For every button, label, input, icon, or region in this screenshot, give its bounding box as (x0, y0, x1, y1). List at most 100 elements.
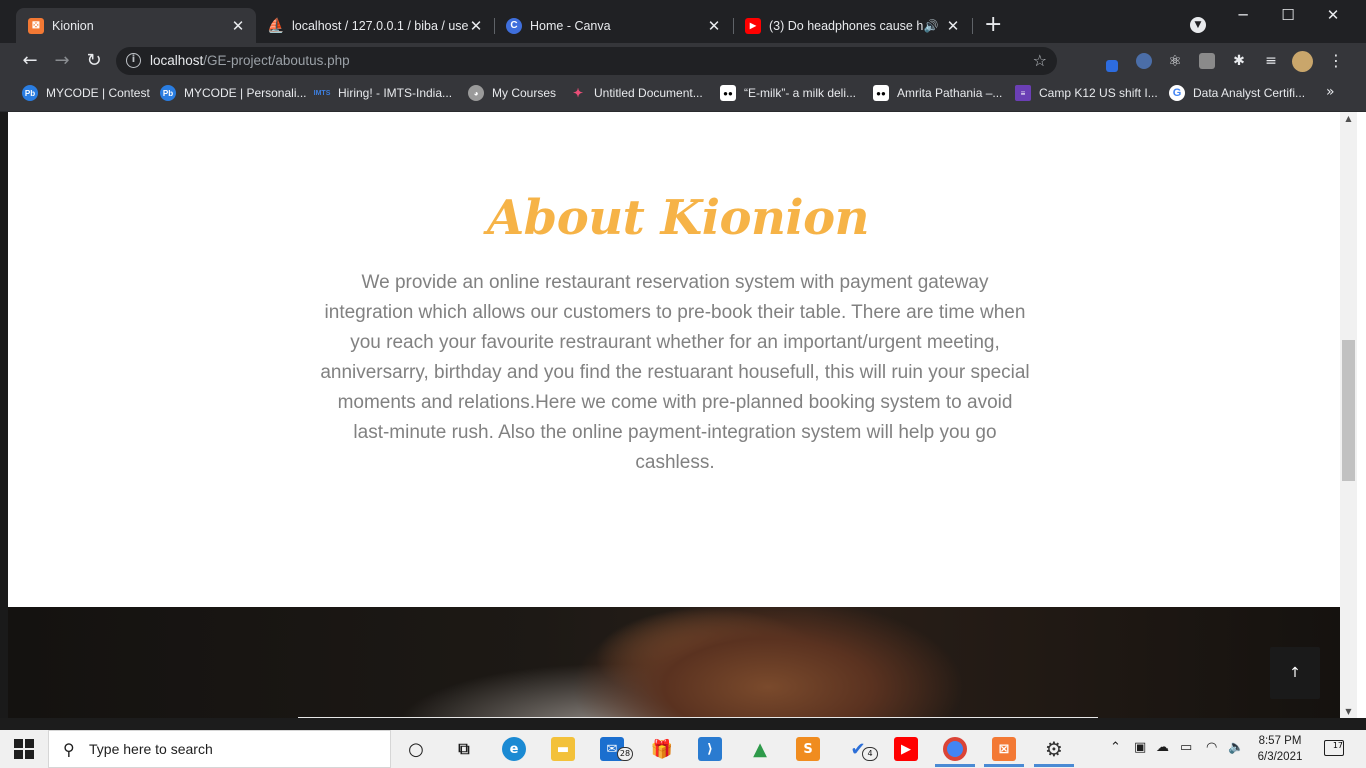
site-info-icon[interactable]: i (126, 53, 141, 68)
window-edge (0, 112, 8, 718)
imts-icon: IMTS (313, 89, 331, 97)
notification-count: 17 (1332, 741, 1343, 750)
tab-canva[interactable]: C Home - Canva ✕ (494, 8, 732, 43)
xampp-favicon-icon: ⊠ (28, 17, 44, 34)
tab-youtube[interactable]: ▶ (3) Do headphones cause he 🔊 ✕ (733, 8, 971, 43)
address-bar[interactable]: i localhost/GE-project/aboutus.php ☆ (116, 47, 1057, 75)
clock-time: 8:57 PM (1258, 735, 1302, 747)
gift-icon[interactable]: 🎁 (650, 737, 674, 761)
bookmark-item[interactable]: ✦ Untitled Document... (570, 85, 703, 101)
tab-title: Kionion (52, 18, 94, 33)
scroll-up-arrow-icon[interactable]: ▲ (1340, 114, 1357, 123)
extensions-puzzle-icon[interactable]: ✱ (1231, 53, 1247, 69)
phpmyadmin-favicon-icon: ⛵ (267, 17, 285, 33)
onedrive-cloud-icon[interactable]: ☁ (1156, 740, 1169, 755)
tab-search-icon[interactable]: ▼ (1190, 17, 1206, 33)
figma-icon: ✦ (572, 86, 584, 100)
bookmark-item[interactable]: Pb MYCODE | Contest (22, 85, 150, 101)
medium-icon: ●● (720, 85, 736, 101)
tab-phpmyadmin[interactable]: ⛵ localhost / 127.0.0.1 / biba / user ✕ (256, 8, 494, 43)
about-title: About Kionion (486, 190, 870, 246)
new-tab-icon[interactable]: + (984, 13, 1002, 37)
notification-center-icon[interactable]: 17 (1324, 740, 1344, 756)
android-studio-icon[interactable]: ▲ (748, 737, 772, 761)
globe-icon: ◕ (468, 85, 484, 101)
mute-tab-icon[interactable]: 🔊 (923, 19, 939, 33)
bookmark-item[interactable]: Pb MYCODE | Personali... (160, 85, 306, 101)
bookmarks-bar: Pb MYCODE | Contest Pb MYCODE | Personali.… (0, 79, 1366, 112)
minimize-icon[interactable]: ─ (1228, 6, 1258, 24)
media-control-icon[interactable]: ≡ (1263, 53, 1279, 69)
menu-kebab-icon[interactable]: ⋮ (1328, 51, 1344, 70)
todo-badge: 4 (862, 747, 878, 761)
chrome-active-indicator (935, 764, 975, 767)
close-tab-icon[interactable]: ✕ (945, 17, 961, 35)
more-bookmarks-icon[interactable]: » (1326, 84, 1335, 100)
windows-taskbar: ⚲ Type here to search ○ ⧉ e ▬ ✉ 28 🎁 ⟩ ▲… (0, 730, 1366, 768)
close-window-icon[interactable]: ✕ (1318, 6, 1348, 24)
show-hidden-icons-chevron-icon[interactable]: ⌃ (1110, 740, 1121, 755)
tab-title: localhost / 127.0.0.1 / biba / user (292, 18, 468, 33)
bookmark-item[interactable]: IMTS Hiring! - IMTS-India... (314, 85, 452, 101)
sublime-text-icon[interactable]: S (796, 737, 820, 761)
url-text[interactable]: localhost/GE-project/aboutus.php (150, 53, 350, 68)
about-description: We provide an online restaurant reservat… (320, 272, 1030, 473)
cortana-icon[interactable]: ○ (404, 737, 428, 761)
file-explorer-icon[interactable]: ▬ (551, 737, 575, 761)
back-to-top-button[interactable]: ↑ (1270, 647, 1320, 699)
mycode-icon: Pb (22, 85, 38, 101)
search-icon: ⚲ (63, 740, 75, 759)
system-clock[interactable]: 8:57 PM 6/3/2021 (1248, 733, 1312, 765)
bookmark-item[interactable]: G Data Analyst Certifi... (1169, 85, 1305, 101)
back-arrow-icon[interactable]: ← (19, 50, 41, 72)
bookmark-item[interactable]: ●● Amrita Pathania –... (873, 85, 1002, 101)
close-tab-icon[interactable]: ✕ (468, 17, 484, 35)
mycode-icon: Pb (160, 85, 176, 101)
google-icon: G (1169, 85, 1185, 101)
edge-browser-icon[interactable]: e (502, 737, 526, 761)
cast-extension-icon[interactable] (1199, 53, 1215, 69)
settings-gear-icon[interactable]: ⚙ (1042, 737, 1066, 761)
tab-title: Home - Canva (530, 18, 611, 33)
page-viewport: About Kionion We provide an online resta… (8, 112, 1366, 718)
youtube-app-icon[interactable]: ▶ (894, 737, 918, 761)
browser-toolbar: ← → ↻ i localhost/GE-project/aboutus.php… (0, 43, 1366, 79)
close-tab-icon[interactable]: ✕ (706, 17, 722, 35)
taskbar-search-box[interactable]: ⚲ Type here to search (48, 730, 391, 768)
meet-now-icon[interactable]: ▣ (1134, 740, 1146, 755)
reload-icon[interactable]: ↻ (83, 50, 105, 72)
battery-icon[interactable]: ▭ (1180, 740, 1192, 755)
maximize-icon[interactable]: ☐ (1273, 6, 1303, 24)
xampp-active-indicator (984, 764, 1024, 767)
windows-start-icon[interactable] (14, 739, 34, 759)
bookmark-star-icon[interactable]: ☆ (1033, 51, 1047, 70)
scrollbar-thumb[interactable] (1342, 340, 1355, 481)
about-section: About Kionion We provide an online resta… (8, 112, 1340, 607)
clock-date: 6/3/2021 (1257, 751, 1303, 763)
chrome-icon[interactable] (943, 737, 967, 761)
xampp-icon[interactable]: ⊠ (992, 737, 1016, 761)
bookmark-item[interactable]: ●● “E-milk”- a milk deli... (720, 85, 856, 101)
owl-extension-icon[interactable] (1136, 53, 1152, 69)
page-scrollbar[interactable]: ▲ ▼ (1340, 112, 1357, 718)
close-tab-icon[interactable]: ✕ (230, 17, 246, 35)
tab-separator (972, 18, 973, 34)
tab-kionion[interactable]: ⊠ Kionion ✕ (16, 8, 256, 43)
vscode-icon[interactable]: ⟩ (698, 737, 722, 761)
wifi-icon[interactable]: ◠ (1206, 740, 1217, 755)
bookmark-item[interactable]: ≡ Camp K12 US shift I... (1015, 85, 1158, 101)
bookmark-item[interactable]: ◕ My Courses (468, 85, 556, 101)
task-view-icon[interactable]: ⧉ (452, 737, 476, 761)
window-bottom-edge (0, 718, 1366, 730)
youtube-favicon-icon: ▶ (745, 17, 761, 34)
tab-strip: ⊠ Kionion ✕ ⛵ localhost / 127.0.0.1 / bi… (0, 0, 1366, 43)
scroll-down-arrow-icon[interactable]: ▼ (1340, 707, 1357, 716)
forward-arrow-icon[interactable]: → (51, 50, 73, 72)
volume-icon[interactable]: 🔈 (1228, 740, 1244, 755)
settings-active-indicator (1034, 764, 1074, 767)
profile-avatar[interactable] (1292, 51, 1313, 72)
react-devtools-icon[interactable]: ⚛ (1167, 53, 1183, 69)
canva-favicon-icon: C (506, 17, 522, 34)
pen-extension-icon[interactable] (1106, 60, 1118, 72)
forms-icon: ≡ (1015, 85, 1031, 101)
